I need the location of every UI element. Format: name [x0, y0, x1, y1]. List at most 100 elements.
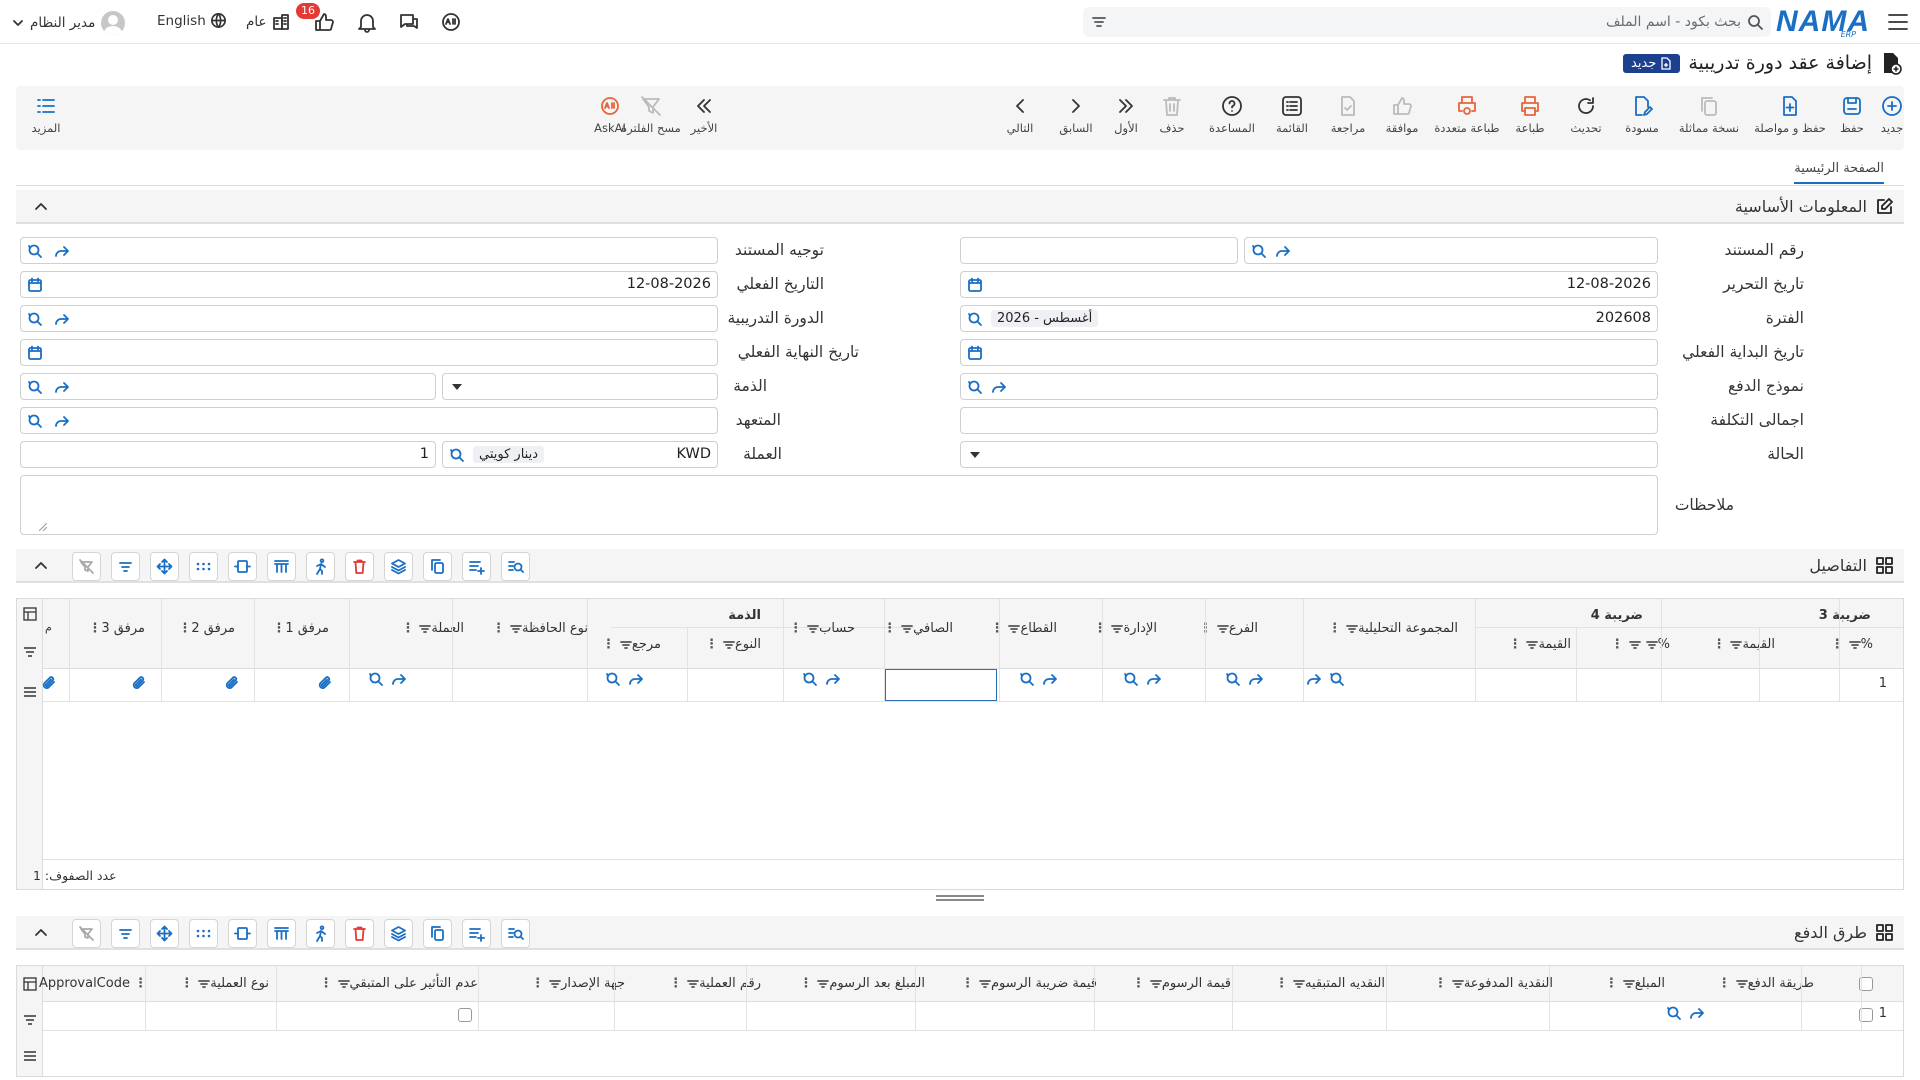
search-refresh-icon[interactable]	[1225, 671, 1241, 687]
column-menu-icon[interactable]: ⋮	[705, 637, 718, 652]
first-record-button[interactable]: الأول	[1098, 94, 1154, 146]
copy-row-tool[interactable]	[423, 919, 452, 948]
column-menu-icon[interactable]: ⋮	[789, 621, 802, 636]
share-arrow-icon[interactable]	[825, 671, 841, 687]
filter-lines-icon[interactable]	[23, 1014, 37, 1026]
next-record-button[interactable]: التالي	[992, 94, 1048, 146]
column-menu-icon[interactable]: ⋮	[1275, 976, 1288, 991]
duplicate-button[interactable]: نسخة مماثلة	[1674, 94, 1744, 146]
col-operation-type[interactable]: نوع العملية ⋮	[172, 976, 269, 991]
col-type[interactable]: النوع ⋮	[697, 637, 761, 652]
col-amount-after-fees[interactable]: المبلغ بعد الرسوم ⋮	[791, 976, 925, 991]
payment-model-field[interactable]	[960, 373, 1658, 400]
askai-button[interactable]: AskAI	[582, 94, 638, 146]
list-button[interactable]: القائمة	[1264, 94, 1320, 146]
column-menu-icon[interactable]: ⋮	[492, 621, 505, 636]
share-arrow-icon[interactable]	[391, 671, 407, 687]
account-field[interactable]	[20, 373, 436, 400]
column-menu-icon[interactable]: ⋮	[88, 621, 101, 636]
filter-icon[interactable]	[510, 623, 522, 635]
share-arrow-icon[interactable]	[54, 413, 70, 429]
copy-row-tool[interactable]	[423, 552, 452, 581]
column-menu-icon[interactable]: ⋮	[883, 621, 896, 636]
column-menu-icon[interactable]: ⋮	[961, 976, 974, 991]
share-arrow-icon[interactable]	[1146, 671, 1162, 687]
doc-number-field[interactable]	[1244, 237, 1658, 264]
filter-tool[interactable]	[111, 552, 140, 581]
col-department[interactable]: الإدارة ⋮	[1085, 621, 1157, 636]
search-refresh-icon[interactable]	[368, 671, 384, 687]
delete-row-tool[interactable]	[345, 919, 374, 948]
fit-columns-tool[interactable]	[228, 919, 257, 948]
col-tax3-percent[interactable]: %⋮	[1823, 637, 1873, 652]
col-branch[interactable]: الفرع⋮	[1191, 621, 1258, 636]
training-course-field[interactable]	[20, 305, 718, 332]
search-rows-tool[interactable]	[501, 552, 530, 581]
calendar-icon[interactable]	[967, 345, 983, 361]
filter-icon[interactable]	[1111, 623, 1124, 635]
col-sector[interactable]: القطاع ⋮	[982, 621, 1057, 636]
share-arrow-icon[interactable]	[628, 671, 644, 687]
column-menu-icon[interactable]: ⋮	[1093, 621, 1106, 636]
currency-field[interactable]: KWD دينار كويتي	[442, 441, 718, 468]
search-rows-tool[interactable]	[501, 919, 530, 948]
col-reference[interactable]: مرجع ⋮	[594, 637, 661, 652]
search-refresh-icon[interactable]	[1329, 671, 1345, 687]
share-arrow-icon[interactable]	[54, 311, 70, 327]
previous-record-button[interactable]: السابق	[1048, 94, 1104, 146]
column-menu-icon[interactable]: ⋮	[1508, 637, 1521, 652]
delete-row-tool[interactable]	[345, 552, 374, 581]
table-tool[interactable]	[267, 552, 296, 581]
table-tool[interactable]	[267, 919, 296, 948]
ai-assistant-icon[interactable]	[440, 11, 462, 33]
column-menu-icon[interactable]: ⋮	[799, 976, 812, 991]
col-issuer[interactable]: جهة الإصدار ⋮	[523, 976, 625, 991]
search-refresh-icon[interactable]	[27, 243, 43, 259]
filter-icon[interactable]	[807, 623, 820, 635]
filter-icon[interactable]	[901, 623, 914, 635]
filter-icon[interactable]	[979, 978, 991, 990]
filter-icon[interactable]	[1008, 623, 1021, 635]
share-arrow-icon[interactable]	[1275, 243, 1291, 259]
panel-splitter-handle[interactable]	[936, 895, 984, 901]
dots-grid-tool[interactable]	[189, 552, 218, 581]
language-switch[interactable]: English	[157, 12, 227, 29]
filter-icon[interactable]	[1628, 639, 1641, 651]
chevron-up-icon[interactable]	[34, 926, 48, 940]
exchange-rate-field[interactable]: 1	[20, 441, 436, 468]
paperclip-icon[interactable]	[224, 675, 240, 691]
column-menu-icon[interactable]: ⋮	[180, 976, 193, 991]
columns-icon[interactable]	[23, 977, 37, 991]
filter-lines-icon[interactable]	[23, 646, 37, 658]
share-arrow-icon[interactable]	[54, 243, 70, 259]
col-portfolio-type[interactable]: نوع الحافظة ⋮	[484, 621, 588, 636]
filter-icon[interactable]	[723, 639, 735, 651]
chevron-up-icon[interactable]	[34, 200, 48, 214]
filter-icon[interactable]	[1645, 639, 1658, 651]
clear-filter-tool[interactable]	[72, 919, 101, 948]
column-menu-icon[interactable]: ⋮	[669, 976, 682, 991]
filter-icon[interactable]	[337, 978, 350, 990]
search-refresh-icon[interactable]	[27, 311, 43, 327]
filter-tool[interactable]	[111, 919, 140, 948]
column-menu-icon[interactable]: ⋮	[1611, 637, 1624, 652]
col-attach3[interactable]: مرفق 3⋮	[80, 621, 145, 636]
menu-lines-icon[interactable]	[23, 1050, 37, 1062]
col-tax4-value[interactable]: القيمة ⋮	[1500, 637, 1571, 652]
col-analytic-group[interactable]: المجموعة التحليلية ⋮	[1320, 621, 1458, 636]
notes-textarea[interactable]	[20, 475, 1658, 535]
more-button[interactable]: المزيد	[18, 94, 74, 146]
edit-date-field[interactable]: 12-08-2026	[960, 271, 1658, 298]
col-amount[interactable]: المبلغ ⋮	[1597, 976, 1665, 991]
resize-handle-icon[interactable]	[39, 523, 47, 531]
filter-icon[interactable]	[1848, 639, 1861, 651]
filter-icon[interactable]	[1293, 978, 1305, 990]
doc-number-suffix-field[interactable]	[960, 237, 1238, 264]
user-menu[interactable]: مدير النظام	[12, 11, 126, 35]
col-payment-method[interactable]: طريقة الدفع ⋮	[1710, 976, 1814, 991]
column-menu-icon[interactable]: ⋮	[1718, 976, 1731, 991]
column-menu-icon[interactable]: ⋮	[272, 621, 285, 636]
search-refresh-icon[interactable]	[449, 447, 465, 463]
review-button[interactable]: مراجعة	[1320, 94, 1376, 146]
filter-icon[interactable]	[1217, 623, 1229, 635]
